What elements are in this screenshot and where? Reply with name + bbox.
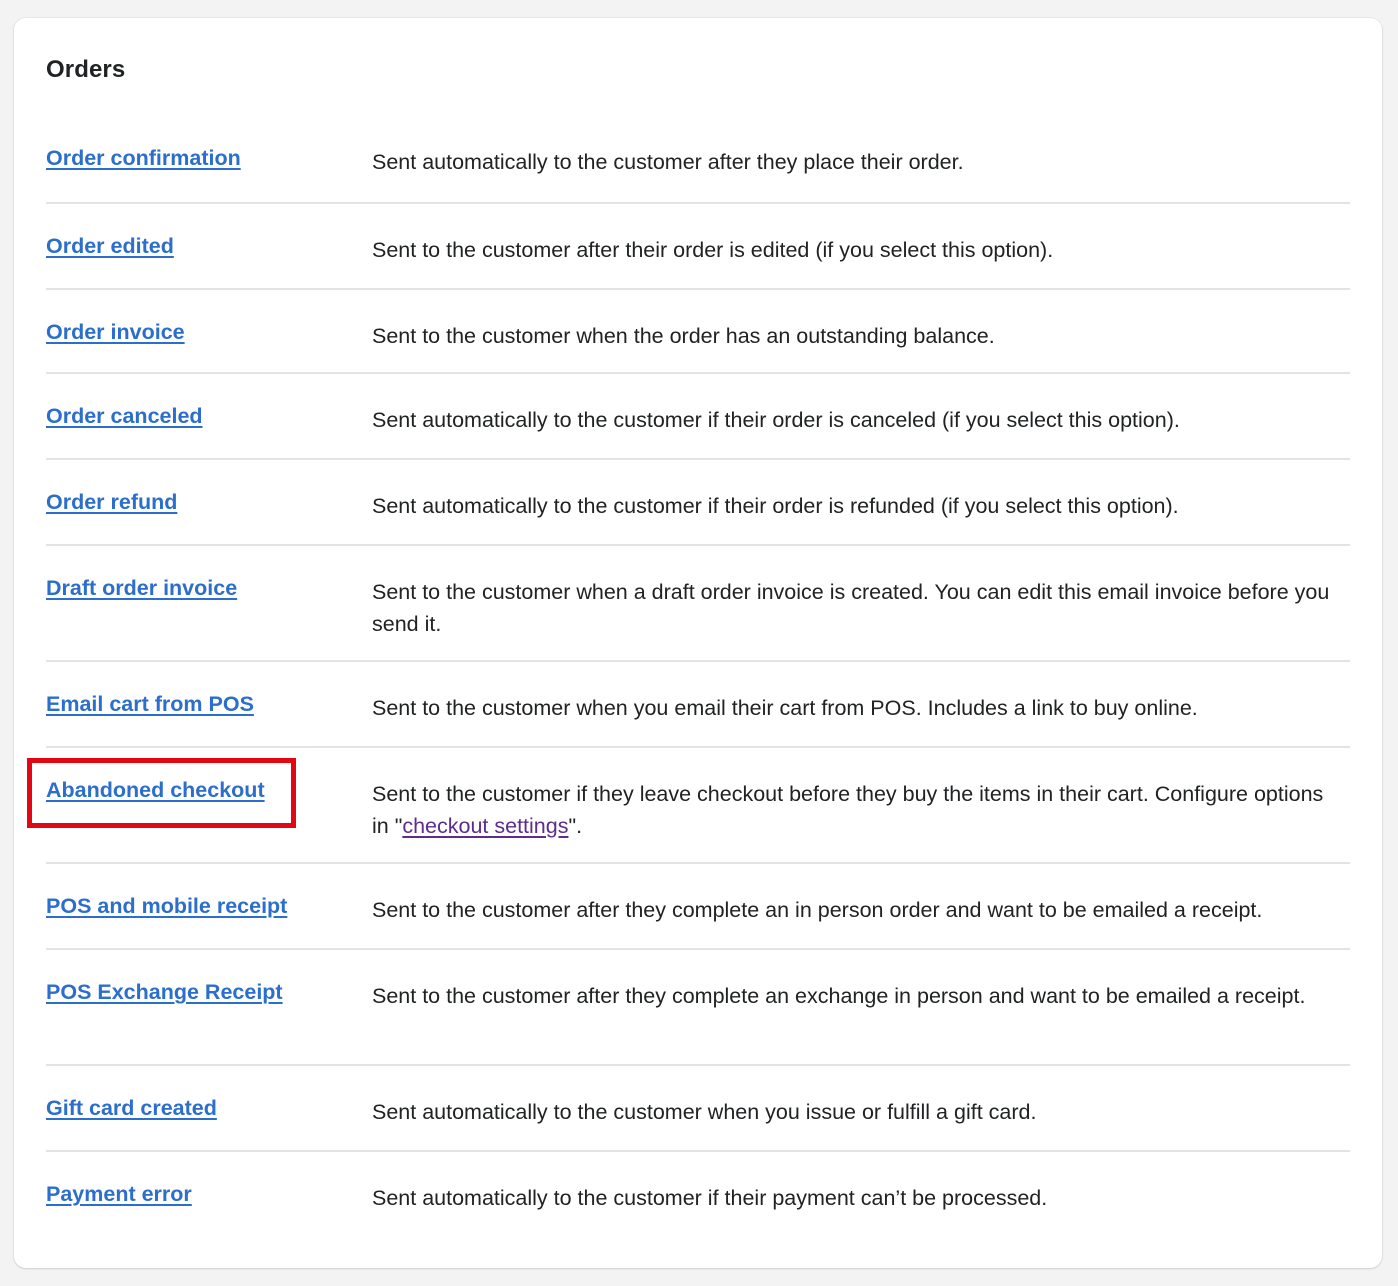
row-abandoned-checkout: Abandoned checkout Sent to the customer … <box>27 748 1350 864</box>
row-draft-order-invoice: Draft order invoice Sent to the customer… <box>46 546 1350 662</box>
gift-card-created-link[interactable]: Gift card created <box>46 1096 217 1120</box>
order-confirmation-link[interactable]: Order confirmation <box>46 146 241 170</box>
draft-order-invoice-description: Sent to the customer when a draft order … <box>372 580 1330 636</box>
row-order-canceled: Order canceled Sent automatically to the… <box>46 374 1350 460</box>
pos-exchange-receipt-link[interactable]: POS Exchange Receipt <box>46 980 283 1004</box>
pos-and-mobile-receipt-link[interactable]: POS and mobile receipt <box>46 894 287 918</box>
gift-card-created-description: Sent automatically to the customer when … <box>372 1100 1037 1124</box>
abandoned-checkout-link[interactable]: Abandoned checkout <box>46 778 265 802</box>
abandoned-checkout-description: Sent to the customer if they leave check… <box>372 748 1350 842</box>
row-order-invoice: Order invoice Sent to the customer when … <box>46 290 1350 374</box>
row-gift-card-created: Gift card created Sent automatically to … <box>46 1066 1350 1152</box>
pos-and-mobile-receipt-description: Sent to the customer after they complete… <box>372 898 1263 922</box>
order-invoice-link[interactable]: Order invoice <box>46 320 185 344</box>
order-refund-link[interactable]: Order refund <box>46 490 177 514</box>
email-cart-from-pos-link[interactable]: Email cart from POS <box>46 692 254 716</box>
order-edited-link[interactable]: Order edited <box>46 234 174 258</box>
draft-order-invoice-link[interactable]: Draft order invoice <box>46 576 237 600</box>
order-canceled-description: Sent automatically to the customer if th… <box>372 408 1180 432</box>
email-cart-from-pos-description: Sent to the customer when you email thei… <box>372 696 1198 720</box>
order-invoice-description: Sent to the customer when the order has … <box>372 324 995 348</box>
row-order-refund: Order refund Sent automatically to the c… <box>46 460 1350 546</box>
payment-error-link[interactable]: Payment error <box>46 1182 192 1206</box>
orders-card: Orders Order confirmation Sent automatic… <box>14 18 1382 1268</box>
row-order-confirmation: Order confirmation Sent automatically to… <box>46 116 1350 204</box>
row-pos-exchange-receipt: POS Exchange Receipt Sent to the custome… <box>46 950 1350 1066</box>
order-refund-description: Sent automatically to the customer if th… <box>372 494 1179 518</box>
checkout-settings-link[interactable]: checkout settings <box>402 814 568 838</box>
order-canceled-link[interactable]: Order canceled <box>46 404 203 428</box>
order-confirmation-description: Sent automatically to the customer after… <box>372 150 964 174</box>
abandoned-checkout-desc-end: ". <box>568 814 583 838</box>
payment-error-description: Sent automatically to the customer if th… <box>372 1186 1048 1210</box>
row-pos-and-mobile-receipt: POS and mobile receipt Sent to the custo… <box>46 864 1350 950</box>
pos-exchange-receipt-description: Sent to the customer after they complete… <box>372 984 1306 1008</box>
section-title: Orders <box>46 56 126 83</box>
row-order-edited: Order edited Sent to the customer after … <box>46 204 1350 290</box>
row-email-cart-from-pos: Email cart from POS Sent to the customer… <box>46 662 1350 748</box>
row-payment-error: Payment error Sent automatically to the … <box>46 1152 1350 1238</box>
notification-list: Order confirmation Sent automatically to… <box>27 116 1350 1238</box>
order-edited-description: Sent to the customer after their order i… <box>372 238 1054 262</box>
